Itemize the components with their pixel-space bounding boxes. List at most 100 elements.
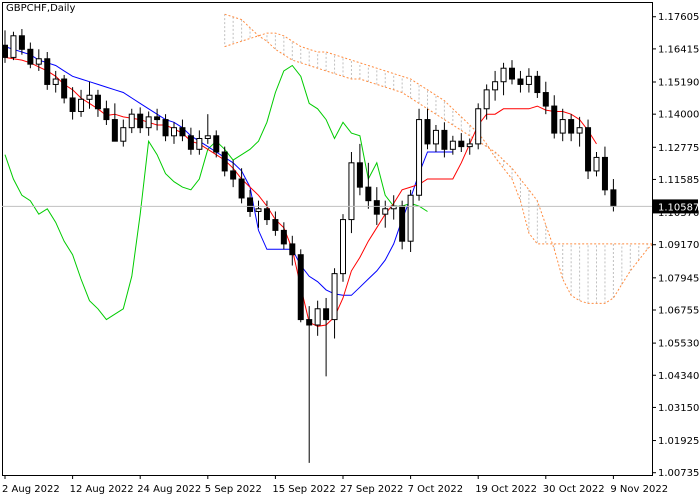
candle-bear	[44, 58, 51, 85]
candle-bull	[52, 78, 59, 85]
candle-bear	[610, 189, 617, 207]
candle-bear	[27, 48, 34, 65]
candle-bull	[331, 273, 338, 321]
price-axis: 1.17605 1.16415 1.15190 1.14000 1.12775 1.115…	[652, 12, 699, 479]
candle-bear	[221, 151, 228, 172]
candle-bear	[601, 156, 608, 191]
candle-bear	[365, 186, 372, 202]
candle-bull	[196, 137, 203, 150]
candle-bear	[585, 127, 592, 172]
candle-bear	[297, 254, 304, 321]
y-tick-label: 1.05530	[658, 339, 699, 350]
y-tick-label: 1.17605	[658, 12, 699, 23]
x-tick-label: 15 Sep 2022	[272, 484, 335, 495]
candle-bull	[449, 140, 456, 150]
candle-bear	[94, 94, 101, 110]
candle-bull	[500, 67, 507, 83]
candle-bull	[145, 116, 152, 129]
candle-bull	[466, 143, 473, 148]
candle-bear	[263, 208, 270, 221]
candle-bear	[154, 116, 161, 121]
symbol-label: GBPCHF,Daily	[6, 3, 76, 14]
candle-bear	[18, 35, 25, 50]
candle-bull	[475, 108, 482, 145]
x-tick-label: 19 Oct 2022	[475, 484, 537, 495]
candle-bear	[272, 219, 279, 231]
candle-bear	[424, 119, 431, 145]
candles	[2, 29, 617, 463]
candle-bear	[289, 243, 296, 256]
candle-bull	[483, 89, 490, 110]
x-tick-label: 30 Oct 2022	[543, 484, 605, 495]
x-tick-label: 7 Oct 2022	[408, 484, 463, 495]
kijun-sen-line	[4, 46, 453, 296]
x-tick-label: 2 Aug 2022	[2, 484, 60, 495]
candle-bear	[230, 170, 237, 180]
candle-bull	[204, 135, 211, 139]
y-tick-label: 1.15190	[658, 78, 699, 89]
candle-bull	[407, 194, 414, 242]
candle-bear	[568, 119, 575, 134]
candle-bull	[340, 219, 346, 275]
candle-bull	[576, 127, 583, 134]
candle-bull	[348, 162, 355, 221]
candle-bear	[356, 162, 363, 188]
time-axis: 2 Aug 2022 12 Aug 2022 24 Aug 2022 5 Sep 20…	[2, 475, 668, 495]
candle-bear	[280, 229, 287, 245]
candle-bull	[10, 35, 17, 58]
x-tick-label: 12 Aug 2022	[70, 484, 134, 495]
candle-bear	[213, 135, 220, 153]
candle-bear	[551, 105, 558, 134]
y-tick-label: 1.03150	[658, 403, 699, 414]
candle-bear	[534, 75, 541, 94]
candle-bull	[432, 129, 439, 145]
chikou-span-line	[4, 64, 428, 321]
x-tick-label: 5 Sep 2022	[205, 484, 262, 495]
x-tick-label: 9 Nov 2022	[610, 484, 668, 495]
candle-bull	[416, 119, 423, 196]
candle-bull	[525, 75, 532, 85]
candle-bear	[111, 119, 118, 142]
candle-bear	[61, 78, 68, 99]
candle-bear	[509, 67, 515, 80]
y-tick-label: 1.09170	[658, 240, 699, 251]
candle-bear	[247, 197, 254, 212]
senkou-span-b-line	[224, 32, 652, 245]
candle-bear	[306, 319, 313, 326]
y-tick-label: 1.06755	[658, 305, 699, 316]
y-tick-label: 1.16415	[658, 44, 699, 55]
candle-bear	[162, 119, 169, 137]
plot-border	[2, 2, 653, 476]
candle-bull	[382, 208, 389, 215]
x-tick-label: 24 Aug 2022	[137, 484, 201, 495]
y-tick-label: 1.00735	[658, 468, 699, 479]
candle-bear	[187, 135, 194, 150]
y-tick-label: 1.04340	[658, 371, 699, 382]
candle-bull	[171, 127, 177, 137]
candle-bull	[492, 81, 499, 91]
candle-bull	[86, 94, 93, 100]
y-tick-label: 1.07945	[658, 273, 699, 284]
candle-bear	[399, 205, 406, 242]
candle-bear	[179, 127, 186, 137]
chart-frame	[2, 2, 653, 476]
candle-bull	[314, 308, 321, 326]
ichimoku-candlestick-chart: 1.17605 1.16415 1.15190 1.14000 1.12775 1.115…	[2, 2, 699, 495]
candle-bear	[458, 140, 465, 148]
candle-bear	[69, 97, 76, 112]
candle-bear	[323, 308, 330, 321]
y-tick-label: 1.14000	[658, 110, 699, 121]
x-tick-label: 27 Sep 2022	[340, 484, 403, 495]
candle-bear	[2, 44, 8, 58]
candle-bear	[137, 113, 144, 129]
candle-bear	[103, 108, 110, 121]
candle-bear	[441, 129, 448, 150]
y-tick-label: 1.11585	[658, 175, 699, 186]
candle-bull	[128, 113, 135, 129]
candle-bull	[120, 127, 127, 142]
candle-bull	[593, 156, 600, 172]
y-tick-label: 1.01925	[658, 436, 699, 447]
chart-root: 1.17605 1.16415 1.15190 1.14000 1.12775 1.115…	[0, 0, 700, 500]
candle-bull	[35, 58, 42, 65]
candle-bear	[542, 92, 549, 107]
